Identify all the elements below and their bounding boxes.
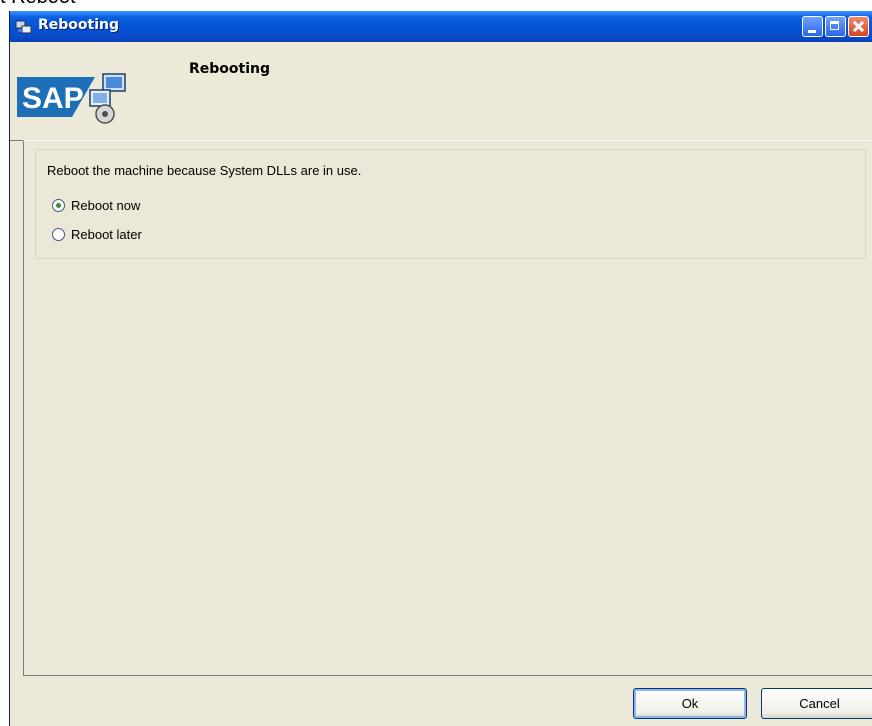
- sap-logo-text: SAP: [22, 82, 84, 115]
- installer-icon: [15, 20, 32, 34]
- radio-reboot-later[interactable]: Reboot later: [52, 225, 142, 243]
- cancel-button[interactable]: Cancel: [761, 688, 872, 719]
- radio-label-reboot-later: Reboot later: [71, 226, 142, 242]
- title-bar[interactable]: Rebooting: [10, 11, 872, 42]
- ok-button[interactable]: Ok: [633, 688, 747, 719]
- radio-reboot-now[interactable]: Reboot now: [52, 196, 140, 214]
- rebooting-dialog: Rebooting SAP Rebooting Reboot the machi…: [9, 11, 872, 726]
- content-panel: Reboot the machine because System DLLs a…: [23, 140, 872, 676]
- reboot-message: Reboot the machine because System DLLs a…: [47, 163, 362, 178]
- window-title: Rebooting: [38, 17, 120, 33]
- radio-unchecked-icon[interactable]: [52, 227, 65, 241]
- reboot-options-group: Reboot the machine because System DLLs a…: [35, 149, 866, 259]
- maximize-button[interactable]: [825, 16, 846, 37]
- background-text-fragment: t Reboot: [0, 0, 120, 8]
- sap-logo: SAP: [17, 73, 126, 124]
- radio-checked-icon[interactable]: [52, 198, 65, 212]
- radio-label-reboot-now: Reboot now: [71, 197, 141, 213]
- page-title: Rebooting: [189, 61, 271, 77]
- minimize-button[interactable]: [802, 16, 823, 37]
- close-button[interactable]: [848, 16, 869, 37]
- wizard-header: SAP Rebooting: [10, 42, 872, 141]
